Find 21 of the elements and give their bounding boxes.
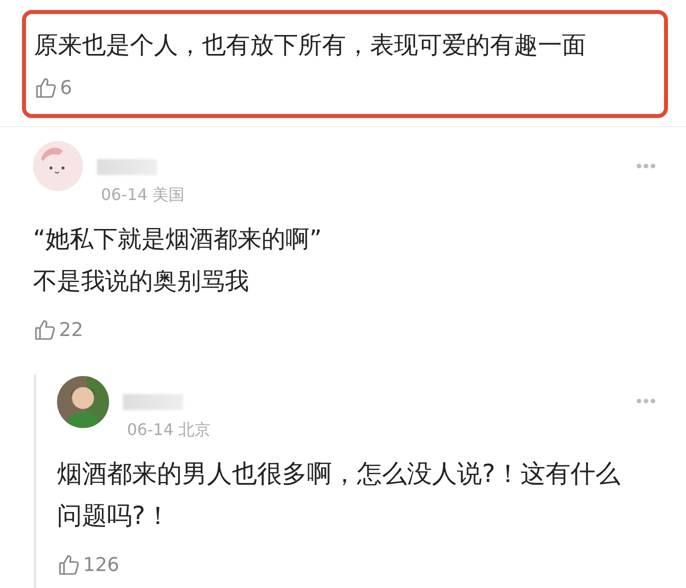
thumbs-up-icon — [33, 318, 57, 342]
like-button[interactable] — [57, 553, 81, 577]
thumbs-up-icon — [57, 553, 81, 577]
comment-text: 不是我说的奥别骂我 — [33, 266, 250, 297]
comment-meta: 06-14 北京 — [127, 420, 212, 441]
more-icon[interactable] — [636, 163, 656, 169]
like-count: 22 — [59, 319, 84, 341]
like-button[interactable] — [33, 318, 57, 342]
more-icon[interactable] — [636, 398, 656, 404]
like-button[interactable] — [34, 76, 58, 100]
blurred-username — [97, 159, 157, 175]
comment-text: 问题吗?！ — [57, 500, 172, 532]
comment-text: 烟酒都来的男人也很多啊，怎么没人说?！这有什么 — [57, 458, 622, 490]
like-count: 6 — [60, 77, 72, 99]
thumbs-up-icon — [34, 76, 58, 100]
like-count: 126 — [83, 554, 120, 576]
comment-text: “她私下就是烟酒都来的啊” — [33, 224, 323, 255]
comment-text: 原来也是个人，也有放下所有，表现可爱的有趣一面 — [34, 30, 587, 61]
blurred-username — [123, 394, 183, 410]
comment-meta: 06-14 美国 — [101, 185, 186, 206]
avatar-icon — [33, 141, 83, 191]
